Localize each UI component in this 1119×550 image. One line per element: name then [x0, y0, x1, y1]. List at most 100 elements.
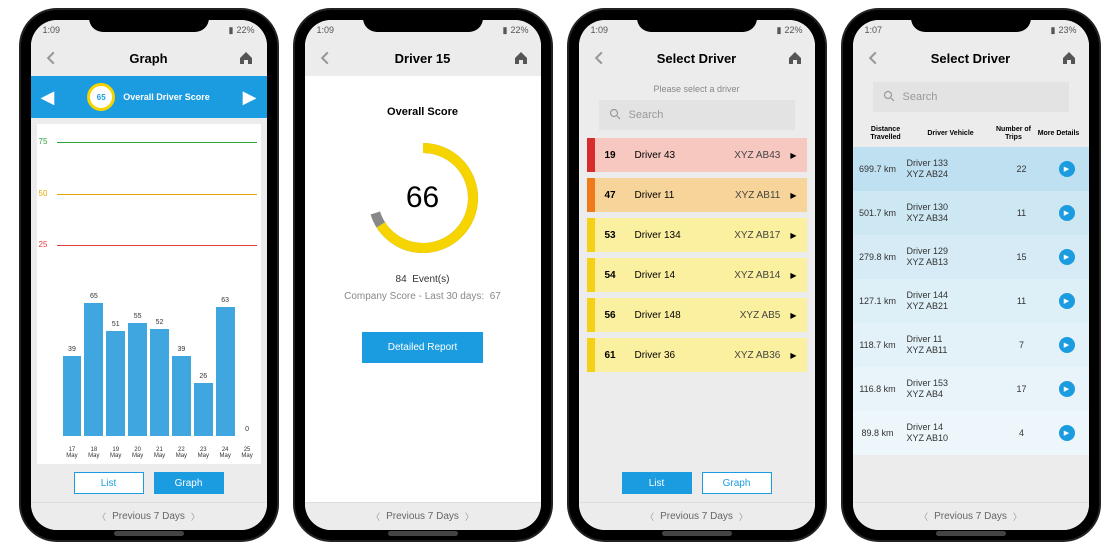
navbar: Select Driver [853, 40, 1089, 76]
col-driver: Driver Vehicle [911, 126, 991, 141]
list-toggle[interactable]: List [74, 472, 144, 494]
back-button[interactable] [41, 48, 61, 68]
score-page: Overall Score 66 84 Event(s) Company Sco… [305, 76, 541, 502]
score-number: 66 [363, 138, 483, 258]
bar: 26 [194, 383, 213, 436]
graph-toggle[interactable]: Graph [154, 472, 224, 494]
driver-score: 53 [605, 230, 625, 241]
bar-value: 63 [216, 297, 235, 304]
play-icon[interactable]: ▶ [1059, 293, 1075, 309]
driver-row[interactable]: 47Driver 11XYZ AB11▶ [587, 178, 807, 212]
chevron-right-icon: ▶ [790, 271, 796, 280]
footer-label: Previous 7 Days [660, 511, 733, 522]
table-body: 699.7 kmDriver 133XYZ AB2422▶501.7 kmDri… [853, 147, 1089, 502]
bar-wrap: 52 [150, 329, 169, 436]
cell-driver: Driver 130XYZ AB34 [903, 202, 999, 225]
y-tick: 75 [39, 137, 48, 146]
driver-row[interactable]: 56Driver 148XYZ AB5▶ [587, 298, 807, 332]
bar-wrap: 51 [106, 331, 125, 436]
play-icon[interactable]: ▶ [1059, 337, 1075, 353]
driver-row-body: 61Driver 36XYZ AB36▶ [595, 338, 807, 372]
detailed-report-button[interactable]: Detailed Report [362, 332, 483, 363]
content: Search Distance Travelled Driver Vehicle… [853, 76, 1089, 502]
x-label: 24May [216, 447, 235, 460]
vehicle-id: XYZ AB5 [740, 310, 781, 321]
score-stripe [587, 218, 595, 252]
footer[interactable]: 〈 Previous 7 Days 〉 [305, 502, 541, 530]
screen: 1:09 ▮ 22% Graph ◀ 65 Overall Driver Sco… [31, 20, 267, 530]
back-button[interactable] [589, 48, 609, 68]
prev-arrow[interactable]: ◀ [41, 87, 55, 108]
page-title: Select Driver [931, 51, 1011, 66]
screen: 1:09 ▮22% Driver 15 Overall Score 66 84 … [305, 20, 541, 530]
page-title: Select Driver [657, 51, 737, 66]
cell-distance: 501.7 km [853, 208, 903, 218]
driver-name: Driver 11 [635, 190, 725, 201]
x-label: 18May [84, 447, 103, 460]
phone-graph: 1:09 ▮ 22% Graph ◀ 65 Overall Driver Sco… [21, 10, 277, 540]
bar: 63 [216, 307, 235, 436]
bars-container: 39655155523926630 [63, 132, 257, 436]
chevron-right-icon: ▶ [790, 351, 796, 360]
search-input[interactable]: Search [599, 100, 795, 130]
driver-row-body: 56Driver 148XYZ AB5▶ [595, 298, 807, 332]
driver-row[interactable]: 61Driver 36XYZ AB36▶ [587, 338, 807, 372]
driver-row[interactable]: 19Driver 43XYZ AB43▶ [587, 138, 807, 172]
battery-text: 22% [236, 25, 254, 35]
status-right: ▮22% [777, 25, 803, 36]
select-prompt: Please select a driver [579, 76, 815, 100]
footer[interactable]: 〈 Previous 7 Days 〉 [579, 502, 815, 530]
bar: 55 [128, 323, 147, 436]
x-labels: 17May18May19May20May21May22May23May24May… [63, 447, 257, 460]
search-input[interactable]: Search [873, 82, 1069, 112]
cell-driver: Driver 133XYZ AB24 [903, 158, 999, 181]
navbar: Select Driver [579, 40, 815, 76]
cell-trips: 11 [999, 296, 1045, 306]
home-icon[interactable] [511, 48, 531, 68]
y-tick: 25 [39, 240, 48, 249]
next-arrow[interactable]: ▶ [243, 87, 257, 108]
play-icon[interactable]: ▶ [1059, 249, 1075, 265]
driver-name: Driver 148 [635, 310, 730, 321]
search-icon [609, 108, 621, 123]
cell-trips: 7 [999, 340, 1045, 350]
table-row: 89.8 kmDriver 14XYZ AB104▶ [853, 411, 1089, 455]
x-label: 22May [172, 447, 191, 460]
home-icon[interactable] [1059, 48, 1079, 68]
back-button[interactable] [863, 48, 883, 68]
play-icon[interactable]: ▶ [1059, 161, 1075, 177]
notch [89, 10, 209, 32]
home-icon[interactable] [236, 48, 256, 68]
status-time: 1:07 [865, 25, 883, 35]
driver-row[interactable]: 53Driver 134XYZ AB17▶ [587, 218, 807, 252]
chevron-right-icon: ▶ [790, 191, 796, 200]
home-icon[interactable] [785, 48, 805, 68]
play-icon[interactable]: ▶ [1059, 425, 1075, 441]
bar-chart: 2550753965515552392663017May18May19May20… [37, 124, 261, 464]
footer[interactable]: 〈 Previous 7 Days 〉 [31, 502, 267, 530]
driver-row[interactable]: 54Driver 14XYZ AB14▶ [587, 258, 807, 292]
view-toggles: List Graph [579, 464, 815, 502]
driver-name: Driver 14 [635, 270, 725, 281]
search-placeholder: Search [903, 91, 938, 103]
chevron-right-icon: ▶ [790, 231, 796, 240]
back-button[interactable] [315, 48, 335, 68]
table-row: 118.7 kmDriver 11XYZ AB117▶ [853, 323, 1089, 367]
battery-text: 22% [510, 25, 528, 35]
screen: 1:09 ▮22% Select Driver Please select a … [579, 20, 815, 530]
score-stripe [587, 178, 595, 212]
graph-toggle[interactable]: Graph [702, 472, 772, 494]
status-right: ▮22% [503, 25, 529, 36]
score-stripe [587, 138, 595, 172]
play-icon[interactable]: ▶ [1059, 205, 1075, 221]
notch [363, 10, 483, 32]
cell-driver: Driver 14XYZ AB10 [903, 422, 999, 445]
bar-wrap: 65 [84, 303, 103, 436]
cell-more: ▶ [1045, 161, 1089, 177]
footer[interactable]: 〈 Previous 7 Days 〉 [853, 502, 1089, 530]
cell-distance: 699.7 km [853, 164, 903, 174]
cell-driver: Driver 129XYZ AB13 [903, 246, 999, 269]
cell-distance: 89.8 km [853, 428, 903, 438]
list-toggle[interactable]: List [622, 472, 692, 494]
play-icon[interactable]: ▶ [1059, 381, 1075, 397]
